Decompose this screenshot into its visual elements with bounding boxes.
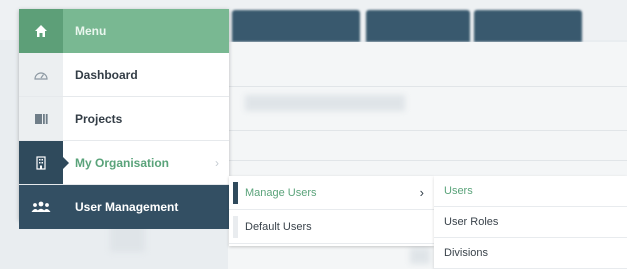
user-management-submenu: Manage Users › Default Users (229, 176, 434, 246)
chevron-right-icon: › (419, 185, 424, 200)
menu-header-label: Menu (75, 24, 107, 38)
gauge-icon (19, 53, 63, 96)
menu-item-user-management[interactable]: User Management (19, 185, 229, 229)
main-menu: Menu Dashboard Projects My Organisation … (19, 9, 229, 229)
submenu-item-manage-users[interactable]: Manage Users › (229, 176, 434, 210)
submenu-item-divisions[interactable]: Divisions (434, 238, 627, 269)
background-blurred-text (410, 248, 430, 264)
menu-item-label: Dashboard (75, 67, 138, 82)
background-divider (228, 130, 627, 131)
submenu-item-user-roles[interactable]: User Roles (434, 207, 627, 238)
submenu-item-label: Default Users (245, 220, 312, 233)
submenu-item-label: Manage Users (245, 186, 317, 199)
menu-header[interactable]: Menu (19, 9, 229, 53)
submenu-item-default-users[interactable]: Default Users (229, 210, 434, 244)
book-icon (19, 97, 63, 140)
background-tab (232, 10, 360, 42)
background-tab (474, 10, 582, 42)
background-divider (228, 86, 627, 87)
home-icon (19, 9, 63, 53)
submenu-item-users[interactable]: Users (434, 176, 627, 207)
menu-item-label: User Management (75, 200, 179, 214)
manage-users-submenu: Users User Roles Divisions (434, 176, 627, 269)
background-blurred-text (245, 95, 405, 111)
background-tab (366, 10, 470, 42)
menu-item-projects[interactable]: Projects (19, 97, 229, 141)
menu-item-my-organisation[interactable]: My Organisation › (19, 141, 229, 185)
menu-item-label: My Organisation (75, 155, 170, 170)
menu-item-dashboard[interactable]: Dashboard (19, 53, 229, 97)
building-icon (19, 141, 63, 184)
menu-item-label: Projects (75, 111, 123, 126)
background-divider (228, 160, 627, 161)
users-icon (19, 185, 63, 229)
chevron-right-icon: › (215, 155, 219, 170)
